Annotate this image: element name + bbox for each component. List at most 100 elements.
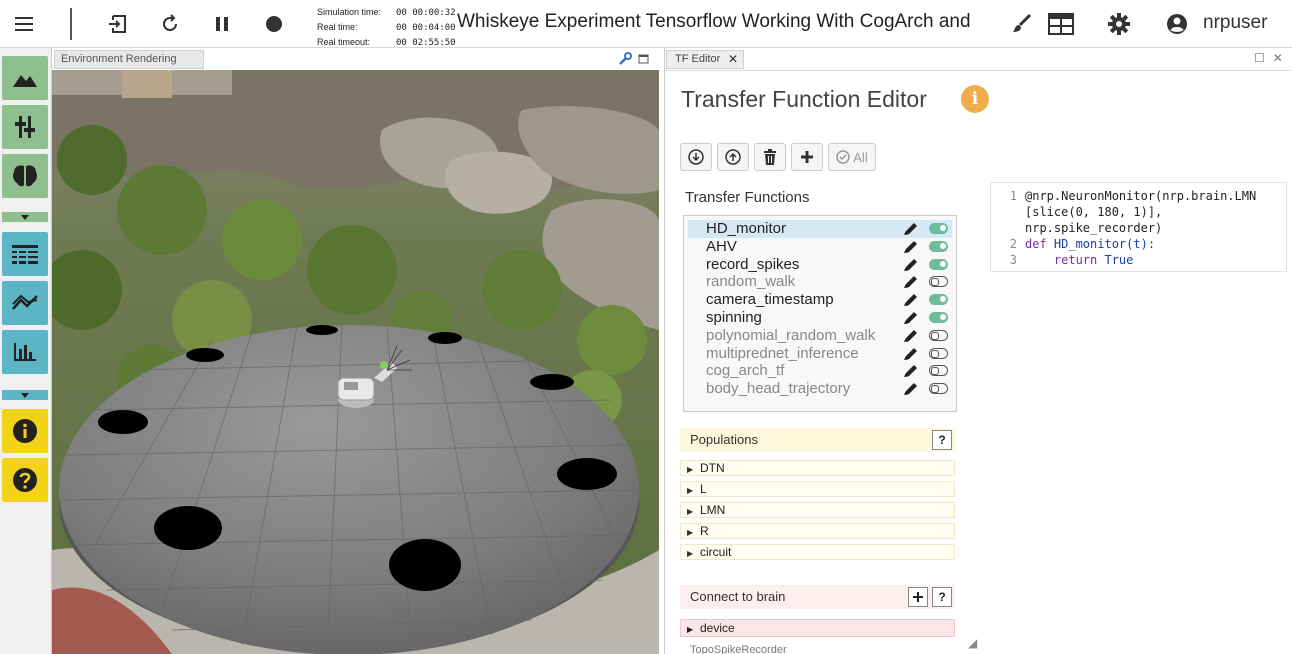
user-name[interactable]: nrpuser (1203, 12, 1267, 34)
population-label: LMN (700, 503, 726, 517)
edit-pencil-icon[interactable] (903, 329, 919, 343)
collapse-group-2[interactable] (2, 390, 48, 400)
editor-window-controls: ☐ ✕ (1254, 51, 1283, 65)
tf-heading: Transfer Functions (685, 189, 810, 206)
info-icon[interactable]: i (961, 85, 989, 113)
connect-item-label: device (700, 621, 735, 635)
apply-all-button[interactable]: All (828, 143, 876, 171)
tf-editor-tab[interactable]: TF Editor ✕ (666, 50, 744, 69)
code-editor[interactable]: 1 2 3 @nrp.NeuronMonitor(nrp.brain.LMN [s… (990, 182, 1287, 272)
population-item[interactable]: ▶ L (680, 481, 955, 497)
info-button[interactable] (2, 409, 48, 453)
upload-button[interactable] (717, 143, 749, 171)
tf-toggle[interactable] (929, 347, 948, 359)
close-icon[interactable]: ✕ (1273, 51, 1283, 65)
populations-help-button[interactable]: ? (932, 430, 952, 450)
object-library-button[interactable] (2, 105, 48, 149)
delete-button[interactable] (754, 143, 786, 171)
code-line-slice: [slice(0, 180, 1)], (1025, 205, 1163, 219)
tf-item[interactable]: HD_monitor (688, 220, 952, 238)
connect-help-button[interactable]: ? (932, 587, 952, 607)
user-account-icon[interactable] (1161, 8, 1193, 40)
caret-right-icon: ▶ (687, 528, 694, 537)
population-item[interactable]: ▶ circuit (680, 544, 955, 560)
real-time-label: Real time: (317, 22, 358, 32)
edit-pencil-icon[interactable] (903, 311, 919, 325)
environment-button[interactable] (2, 56, 48, 100)
tf-toolbar: All (680, 143, 876, 171)
exit-icon[interactable] (102, 8, 134, 40)
tf-toggle[interactable] (929, 383, 948, 395)
brain-icon (13, 165, 37, 187)
layout-grid-icon[interactable] (1045, 8, 1077, 40)
add-tf-button[interactable] (791, 143, 823, 171)
tf-item[interactable]: random_walk (684, 273, 956, 291)
bar-chart-icon (14, 343, 36, 361)
tf-item[interactable]: camera_timestamp (684, 291, 956, 309)
edit-pencil-icon[interactable] (903, 347, 919, 361)
edit-pencil-icon[interactable] (903, 258, 919, 272)
wrench-icon[interactable] (618, 52, 632, 66)
plots-button[interactable] (2, 330, 48, 374)
populations-list: ▶ DTN ▶ L ▶ LMN ▶ R ▶ circuit (680, 460, 955, 565)
pause-icon[interactable] (206, 8, 238, 40)
tf-name: record_spikes (706, 255, 800, 273)
population-item[interactable]: ▶ R (680, 523, 955, 539)
connect-item-device[interactable]: ▶ device (680, 619, 955, 637)
joint-plot-button[interactable] (2, 281, 48, 325)
tf-item[interactable]: polynomial_random_walk (684, 327, 956, 345)
environment-viewport[interactable] (52, 70, 659, 654)
tf-name: random_walk (706, 273, 796, 291)
population-item[interactable]: ▶ LMN (680, 502, 955, 518)
tf-toggle[interactable] (929, 365, 948, 377)
close-tab-icon[interactable]: ✕ (728, 52, 738, 66)
upload-icon (725, 149, 741, 165)
tf-toggle[interactable] (929, 223, 948, 234)
tf-toggle[interactable] (929, 294, 948, 306)
maximize-icon[interactable] (638, 54, 649, 64)
brush-icon[interactable] (1006, 8, 1038, 40)
plus-icon (913, 592, 923, 602)
tf-item[interactable]: cog_arch_tf (684, 362, 956, 380)
plus-icon (801, 151, 813, 163)
tf-name: HD_monitor (706, 220, 787, 237)
tf-item[interactable]: AHV (684, 238, 956, 256)
population-item[interactable]: ▶ DTN (680, 460, 955, 476)
tf-name: spinning (706, 308, 762, 326)
population-label: L (700, 482, 707, 496)
environment-rendering-tab[interactable]: Environment Rendering (54, 50, 204, 69)
tf-item[interactable]: body_head_trajectory (684, 380, 956, 398)
download-button[interactable] (680, 143, 712, 171)
caret-down-icon (21, 214, 29, 220)
edit-pencil-icon[interactable] (903, 293, 919, 307)
tf-item[interactable]: multiprednet_inference (684, 345, 956, 363)
left-sidebar (0, 48, 52, 654)
reset-icon[interactable] (154, 8, 186, 40)
brain-visualizer-button[interactable] (2, 154, 48, 198)
tf-item[interactable]: spinning (684, 309, 956, 327)
settings-gear-icon[interactable] (1103, 8, 1135, 40)
connect-add-button[interactable] (908, 587, 928, 607)
resize-handle-icon[interactable]: ◢ (968, 636, 977, 650)
tf-toggle[interactable] (929, 329, 948, 341)
info-icon (13, 419, 37, 443)
help-button[interactable] (2, 458, 48, 502)
return-keyword: return (1053, 253, 1105, 267)
edit-pencil-icon[interactable] (903, 222, 919, 236)
tf-item[interactable]: record_spikes (684, 256, 956, 274)
edit-pencil-icon[interactable] (903, 382, 919, 396)
tf-toggle[interactable] (929, 258, 948, 270)
maximize-icon[interactable]: ☐ (1254, 51, 1265, 65)
tf-toggle[interactable] (929, 240, 948, 252)
record-icon[interactable] (258, 8, 290, 40)
code-line-return: True (1104, 253, 1134, 267)
tf-toggle[interactable] (929, 276, 948, 288)
collapse-group-1[interactable] (2, 212, 48, 222)
edit-pencil-icon[interactable] (903, 364, 919, 378)
spike-train-button[interactable] (2, 232, 48, 276)
hamburger-menu-icon[interactable] (8, 8, 40, 40)
edit-pencil-icon[interactable] (903, 275, 919, 289)
edit-pencil-icon[interactable] (903, 240, 919, 254)
tf-toggle[interactable] (929, 311, 948, 323)
tf-list: HD_monitor AHV record_spikes random_walk cam… (683, 215, 957, 412)
